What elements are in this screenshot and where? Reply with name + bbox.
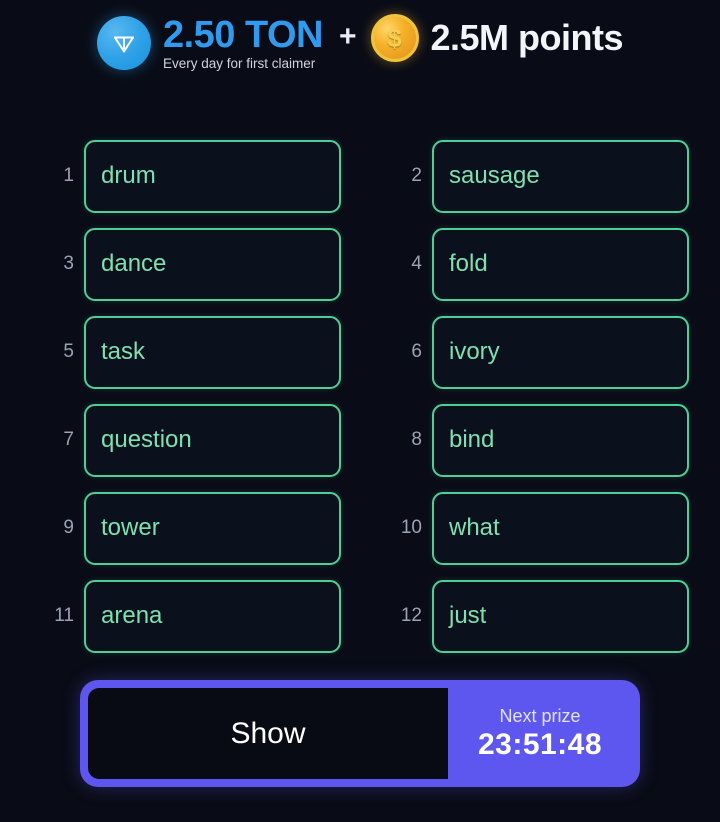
word-cell-7: 7 question (0, 396, 341, 484)
word-number: 9 (63, 517, 74, 538)
action-bar: Show Next prize 23:51:48 (80, 680, 640, 787)
word-cell-10: 10 what (347, 484, 689, 572)
word-number: 5 (63, 341, 74, 362)
word-number: 6 (411, 341, 422, 362)
word-row: 5 task 6 ivory (0, 308, 720, 396)
word-number: 1 (63, 165, 74, 186)
word-cell-1: 1 drum (0, 132, 341, 220)
word-label: just (449, 602, 487, 629)
next-prize-panel[interactable]: Next prize 23:51:48 (448, 688, 632, 779)
word-number: 12 (400, 605, 422, 626)
word-label: arena (101, 602, 163, 629)
word-box[interactable]: tower (84, 491, 341, 565)
word-number: 11 (54, 605, 74, 626)
word-number: 3 (63, 253, 74, 274)
word-box[interactable]: arena (84, 579, 341, 653)
word-box[interactable]: drum (84, 139, 341, 213)
show-button-label: Show (230, 716, 306, 750)
word-cell-11: 11 arena (0, 572, 341, 660)
word-number: 4 (411, 253, 422, 274)
coin-dollar-glyph: $ (387, 23, 402, 53)
points-amount: 2.5M points (430, 17, 624, 58)
word-label: tower (101, 514, 160, 541)
seed-phrase-grid: 1 drum 2 sausage 3 dance 4 fold 5 task 6… (0, 132, 720, 660)
ton-subtitle: Every day for first claimer (162, 55, 316, 71)
word-label: what (449, 514, 500, 541)
ton-amount: 2.50 TON (162, 13, 324, 56)
app-root: 2.50 TON Every day for first claimer + $… (0, 0, 720, 822)
word-number: 10 (400, 517, 422, 538)
word-cell-9: 9 tower (0, 484, 341, 572)
word-label: fold (449, 250, 488, 277)
word-cell-3: 3 dance (0, 220, 341, 308)
word-number: 8 (411, 429, 422, 450)
word-row: 1 drum 2 sausage (0, 132, 720, 220)
word-box[interactable]: fold (432, 227, 689, 301)
word-label: bind (449, 426, 495, 453)
word-box[interactable]: sausage (432, 139, 689, 213)
word-box[interactable]: ivory (432, 315, 689, 389)
word-cell-2: 2 sausage (347, 132, 689, 220)
word-cell-5: 5 task (0, 308, 341, 396)
word-row: 3 dance 4 fold (0, 220, 720, 308)
ton-reward-block: 2.50 TON Every day for first claimer (162, 13, 324, 72)
word-row: 11 arena 12 just (0, 572, 720, 660)
word-box[interactable]: just (432, 579, 689, 653)
word-number: 7 (63, 429, 74, 450)
ton-diamond-icon (96, 16, 151, 70)
next-prize-label: Next prize (499, 705, 581, 726)
word-label: question (101, 426, 192, 453)
dollar-coin-icon: $ (370, 14, 419, 62)
word-row: 9 tower 10 what (0, 484, 720, 572)
plus-separator: + (338, 20, 357, 53)
word-cell-4: 4 fold (347, 220, 689, 308)
word-row: 7 question 8 bind (0, 396, 720, 484)
word-box[interactable]: task (84, 315, 341, 389)
word-number: 2 (411, 165, 422, 186)
word-box[interactable]: bind (432, 403, 689, 477)
word-label: task (101, 338, 146, 365)
show-button[interactable]: Show (88, 688, 448, 779)
word-cell-8: 8 bind (347, 396, 689, 484)
word-label: drum (101, 162, 156, 189)
word-label: ivory (449, 338, 500, 365)
word-label: sausage (449, 162, 540, 189)
word-label: dance (101, 250, 167, 277)
next-prize-countdown: 23:51:48 (477, 727, 603, 761)
word-box[interactable]: what (432, 491, 689, 565)
word-box[interactable]: question (84, 403, 341, 477)
word-box[interactable]: dance (84, 227, 341, 301)
word-cell-6: 6 ivory (347, 308, 689, 396)
word-cell-12: 12 just (347, 572, 689, 660)
reward-header: 2.50 TON Every day for first claimer + $… (0, 14, 720, 72)
